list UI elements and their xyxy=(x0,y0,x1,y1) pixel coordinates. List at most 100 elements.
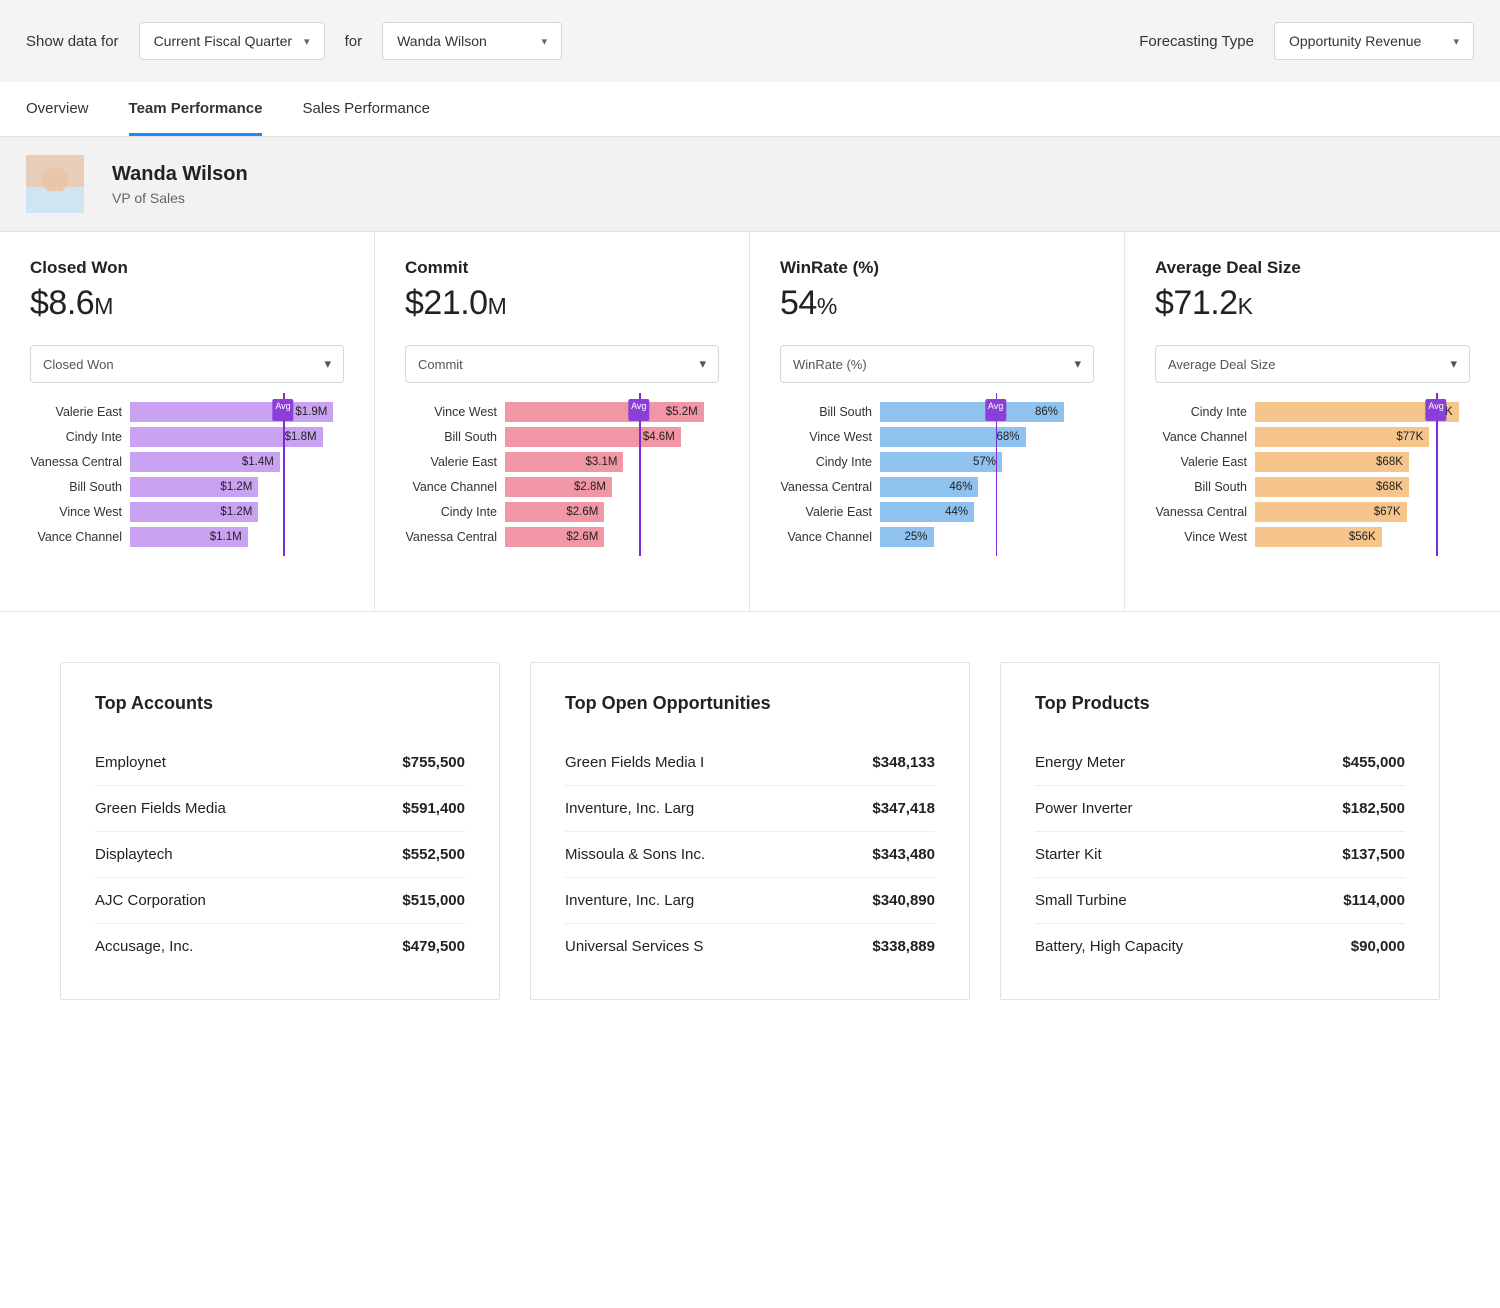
person-select[interactable]: Wanda Wilson ▾ xyxy=(382,22,562,60)
bar-row: Cindy Inte 57% xyxy=(780,451,1094,473)
list-item-value: $347,418 xyxy=(872,800,935,817)
list-item[interactable]: Accusage, Inc. $479,500 xyxy=(95,924,465,969)
bar-row: Bill South 86% xyxy=(780,401,1094,423)
bar-label: Bill South xyxy=(405,430,505,444)
bar-value: $5.2M xyxy=(666,406,704,418)
list-item[interactable]: Starter Kit $137,500 xyxy=(1035,832,1405,878)
metric-selector[interactable]: Average Deal Size ▾ xyxy=(1155,345,1470,383)
list-item[interactable]: Green Fields Media $591,400 xyxy=(95,786,465,832)
forecasting-type-select[interactable]: Opportunity Revenue ▾ xyxy=(1274,22,1474,60)
list-item-value: $455,000 xyxy=(1342,754,1405,771)
bar-row: Cindy Inte $2.6M xyxy=(405,501,719,523)
list-item-value: $343,480 xyxy=(872,846,935,863)
forecasting-type-value: Opportunity Revenue xyxy=(1289,33,1421,49)
bar-fill: 68% xyxy=(880,427,1026,447)
avg-badge: Avg xyxy=(985,399,1006,421)
bar-fill: $68K xyxy=(1255,477,1409,497)
bar-value: 68% xyxy=(996,431,1025,443)
bar-label: Vince West xyxy=(780,430,880,444)
bar-fill: $4.6M xyxy=(505,427,681,447)
bar-value: $68K xyxy=(1376,456,1409,468)
metric-title: WinRate (%) xyxy=(780,258,1094,278)
bar-fill: 86% xyxy=(880,402,1064,422)
tab-team-performance[interactable]: Team Performance xyxy=(129,82,263,136)
list-item[interactable]: Universal Services S $338,889 xyxy=(565,924,935,969)
bar-fill: 25% xyxy=(880,527,934,547)
metric-title: Average Deal Size xyxy=(1155,258,1470,278)
metric-selector[interactable]: Closed Won ▾ xyxy=(30,345,344,383)
bar-fill: $3.1M xyxy=(505,452,623,472)
chevron-down-icon: ▾ xyxy=(1074,356,1081,372)
metric-selector[interactable]: WinRate (%) ▾ xyxy=(780,345,1094,383)
bar-label: Valerie East xyxy=(1155,455,1255,469)
bar-track: $1.2M xyxy=(130,477,344,497)
list-card: Top Accounts Employnet $755,500 Green Fi… xyxy=(60,662,500,1000)
chevron-down-icon: ▾ xyxy=(1450,356,1457,372)
bar-fill: $1.1M xyxy=(130,527,248,547)
forecasting-type-label: Forecasting Type xyxy=(1139,33,1254,50)
list-item[interactable]: Power Inverter $182,500 xyxy=(1035,786,1405,832)
bar-track: 57% xyxy=(880,452,1094,472)
bar-value: $1.2M xyxy=(220,506,258,518)
list-title: Top Products xyxy=(1035,693,1405,714)
bar-label: Cindy Inte xyxy=(30,430,130,444)
bar-track: $1.2M xyxy=(130,502,344,522)
list-item[interactable]: Employnet $755,500 xyxy=(95,740,465,786)
period-select[interactable]: Current Fiscal Quarter ▾ xyxy=(139,22,325,60)
bar-value: $56K xyxy=(1349,531,1382,543)
bar-row: Vance Channel $2.8M xyxy=(405,476,719,498)
list-item-value: $90,000 xyxy=(1351,938,1405,955)
tab-overview[interactable]: Overview xyxy=(26,82,89,136)
bar-value: $1.1M xyxy=(210,531,248,543)
list-item-label: AJC Corporation xyxy=(95,892,206,909)
bar-row: Valerie East 44% xyxy=(780,501,1094,523)
bar-track: $1.9M xyxy=(130,402,344,422)
bar-label: Bill South xyxy=(780,405,880,419)
list-item-value: $479,500 xyxy=(402,938,465,955)
bar-track: $1.8M xyxy=(130,427,344,447)
bar-fill: $2.6M xyxy=(505,502,604,522)
list-item[interactable]: Battery, High Capacity $90,000 xyxy=(1035,924,1405,969)
bar-row: Vance Channel $77K xyxy=(1155,426,1470,448)
metric-selector[interactable]: Commit ▾ xyxy=(405,345,719,383)
bar-row: Vanessa Central $67K xyxy=(1155,501,1470,523)
list-item-label: Inventure, Inc. Larg xyxy=(565,800,694,817)
bar-track: 68% xyxy=(880,427,1094,447)
bar-value: $2.8M xyxy=(574,481,612,493)
bar-track: $2.6M xyxy=(505,502,719,522)
bar-track: $3.1M xyxy=(505,452,719,472)
metric-value: $21.0M xyxy=(405,284,719,323)
list-item[interactable]: Displaytech $552,500 xyxy=(95,832,465,878)
profile-title: VP of Sales xyxy=(112,190,248,206)
bar-label: Valerie East xyxy=(30,405,130,419)
avg-badge: Avg xyxy=(1425,399,1446,421)
list-item-value: $114,000 xyxy=(1343,892,1405,909)
list-item[interactable]: Small Turbine $114,000 xyxy=(1035,878,1405,924)
list-title: Top Open Opportunities xyxy=(565,693,935,714)
bar-label: Vanessa Central xyxy=(780,480,880,494)
list-item[interactable]: Inventure, Inc. Larg $340,890 xyxy=(565,878,935,924)
list-item[interactable]: AJC Corporation $515,000 xyxy=(95,878,465,924)
bar-fill: $77K xyxy=(1255,427,1429,447)
list-item[interactable]: Missoula & Sons Inc. $343,480 xyxy=(565,832,935,878)
list-item-label: Green Fields Media xyxy=(95,800,226,817)
list-item[interactable]: Green Fields Media I $348,133 xyxy=(565,740,935,786)
bar-fill: 44% xyxy=(880,502,974,522)
list-item-label: Starter Kit xyxy=(1035,846,1102,863)
metric-value: $71.2K xyxy=(1155,284,1470,323)
period-select-value: Current Fiscal Quarter xyxy=(154,33,292,49)
list-item[interactable]: Energy Meter $455,000 xyxy=(1035,740,1405,786)
bar-value: $68K xyxy=(1376,481,1409,493)
bar-fill: $1.8M xyxy=(130,427,323,447)
bar-label: Vince West xyxy=(30,505,130,519)
list-item-label: Small Turbine xyxy=(1035,892,1127,909)
bar-label: Vance Channel xyxy=(780,530,880,544)
chevron-down-icon: ▾ xyxy=(699,356,706,372)
bar-row: Valerie East $1.9M xyxy=(30,401,344,423)
bar-fill: $68K xyxy=(1255,452,1409,472)
list-item[interactable]: Inventure, Inc. Larg $347,418 xyxy=(565,786,935,832)
tab-sales-performance[interactable]: Sales Performance xyxy=(302,82,430,136)
bar-track: $1.4M xyxy=(130,452,344,472)
bar-label: Cindy Inte xyxy=(405,505,505,519)
bar-fill: 46% xyxy=(880,477,978,497)
